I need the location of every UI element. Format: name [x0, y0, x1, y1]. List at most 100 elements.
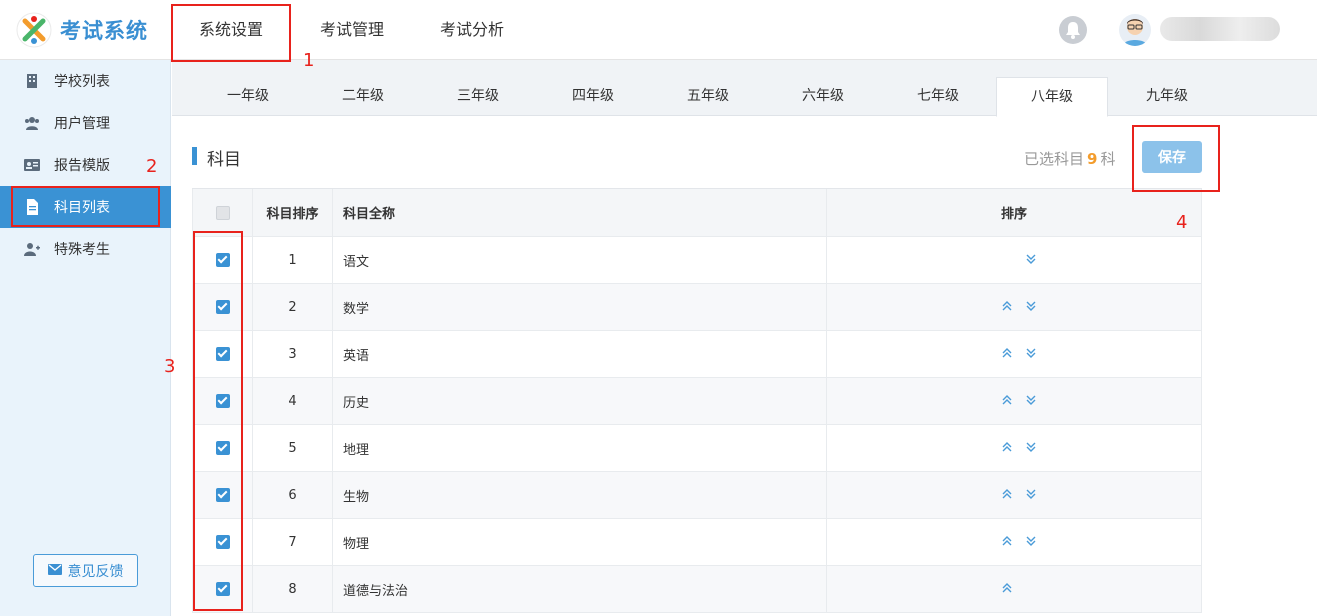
- row-subject-name: 物理: [333, 519, 827, 565]
- tab-grade-8[interactable]: 八年级: [996, 77, 1108, 117]
- selected-count-info: 已选科目 9 科: [1024, 148, 1115, 169]
- grade-tabs: 一年级 二年级 三年级 四年级 五年级 六年级 七年级 八年级 九年级: [172, 60, 1317, 117]
- annotation-number-1: 1: [303, 50, 315, 71]
- row-sort-cell: [827, 425, 1202, 471]
- logo[interactable]: 考试系统: [16, 12, 148, 48]
- move-up-icon[interactable]: [1000, 581, 1014, 597]
- selected-count: 9: [1087, 150, 1098, 168]
- move-down-icon[interactable]: [1024, 534, 1038, 550]
- selected-suffix: 科: [1100, 150, 1116, 168]
- user-plus-icon: [24, 241, 40, 257]
- nav-exam-management[interactable]: 考试管理: [300, 0, 404, 60]
- sidebar-item-school-list[interactable]: 学校列表: [0, 60, 171, 102]
- feedback-label: 意见反馈: [67, 563, 124, 580]
- sort-controls: [984, 440, 1044, 456]
- row-order: 7: [253, 519, 333, 565]
- logo-text: 考试系统: [60, 19, 148, 43]
- table-row: 6 生物: [192, 472, 1202, 519]
- table-row: 2 数学: [192, 284, 1202, 331]
- move-up-icon[interactable]: [1000, 440, 1014, 456]
- row-subject-name: 地理: [333, 425, 827, 471]
- move-down-icon[interactable]: [1024, 299, 1038, 315]
- table-row: 1 语文: [192, 237, 1202, 284]
- annotation-number-3: 3: [164, 356, 176, 377]
- row-sort-cell: [827, 331, 1202, 377]
- sidebar-item-label: 特殊考生: [54, 242, 110, 258]
- table-row: 4 历史: [192, 378, 1202, 425]
- move-up-icon[interactable]: [1000, 534, 1014, 550]
- row-sort-cell: [827, 237, 1202, 283]
- sidebar-item-label: 用户管理: [54, 116, 110, 132]
- sidebar-item-label: 学校列表: [54, 74, 110, 90]
- row-order: 4: [253, 378, 333, 424]
- selected-prefix: 已选科目: [1024, 150, 1085, 168]
- subject-table: 科目排序 科目全称 排序 1 语文 2 数学 3 英语 4 历史 5 地理 6 生物 7 物理 8 道德与法治: [192, 188, 1202, 613]
- tab-grade-6[interactable]: 六年级: [767, 77, 879, 116]
- section-accent-bar: [192, 147, 197, 165]
- tab-grade-4[interactable]: 四年级: [537, 77, 649, 116]
- row-order: 3: [253, 331, 333, 377]
- row-order: 6: [253, 472, 333, 518]
- section-title: 科目: [207, 150, 241, 170]
- row-subject-name: 数学: [333, 284, 827, 330]
- building-icon: [24, 73, 40, 89]
- row-sort-cell: [827, 472, 1202, 518]
- header-sort: 排序: [827, 189, 1202, 236]
- id-card-icon: [24, 157, 40, 173]
- avatar[interactable]: [1119, 14, 1151, 46]
- table-row: 7 物理: [192, 519, 1202, 566]
- annotation-number-4: 4: [1176, 212, 1188, 233]
- table-header-row: 科目排序 科目全称 排序: [192, 189, 1202, 237]
- row-order: 2: [253, 284, 333, 330]
- move-up-icon[interactable]: [1000, 346, 1014, 362]
- logo-icon: [16, 12, 52, 48]
- table-row: 5 地理: [192, 425, 1202, 472]
- table-row: 3 英语: [192, 331, 1202, 378]
- row-subject-name: 英语: [333, 331, 827, 377]
- row-order: 8: [253, 566, 333, 612]
- bell-icon[interactable]: [1059, 16, 1087, 44]
- row-sort-cell: [827, 566, 1202, 612]
- table-row: 8 道德与法治: [192, 566, 1202, 613]
- feedback-button[interactable]: 意见反馈: [33, 554, 138, 587]
- row-sort-cell: [827, 519, 1202, 565]
- annotation-box-4: [1132, 125, 1220, 192]
- table-body: 1 语文 2 数学 3 英语 4 历史 5 地理 6 生物 7 物理 8 道德与法治: [192, 237, 1202, 613]
- username-redacted: [1160, 17, 1280, 41]
- move-up-icon[interactable]: [1000, 393, 1014, 409]
- envelope-icon: [47, 563, 62, 579]
- tab-grade-2[interactable]: 二年级: [307, 77, 419, 116]
- sort-controls: [984, 346, 1044, 362]
- tab-grade-5[interactable]: 五年级: [652, 77, 764, 116]
- row-order: 5: [253, 425, 333, 471]
- move-down-icon[interactable]: [1024, 393, 1038, 409]
- move-down-icon[interactable]: [1024, 346, 1038, 362]
- select-all-checkbox[interactable]: [215, 205, 230, 220]
- sort-controls: [984, 252, 1044, 268]
- row-subject-name: 生物: [333, 472, 827, 518]
- sort-controls: [984, 487, 1044, 503]
- move-down-icon[interactable]: [1024, 487, 1038, 503]
- row-sort-cell: [827, 378, 1202, 424]
- sidebar: 学校列表 用户管理 报告模版 科目列表 特殊考生 意见反馈: [0, 60, 171, 616]
- sort-controls: [984, 581, 1044, 597]
- move-down-icon[interactable]: [1024, 252, 1038, 268]
- sidebar-item-user-management[interactable]: 用户管理: [0, 102, 171, 144]
- nav-exam-analysis[interactable]: 考试分析: [420, 0, 524, 60]
- users-icon: [24, 115, 40, 131]
- row-subject-name: 道德与法治: [333, 566, 827, 612]
- annotation-box-1: [171, 4, 291, 62]
- sidebar-item-special-students[interactable]: 特殊考生: [0, 228, 171, 270]
- move-down-icon[interactable]: [1024, 440, 1038, 456]
- sort-controls: [984, 534, 1044, 550]
- tab-grade-3[interactable]: 三年级: [422, 77, 534, 116]
- move-up-icon[interactable]: [1000, 487, 1014, 503]
- header-check-cell: [192, 189, 253, 236]
- tab-grade-1[interactable]: 一年级: [192, 77, 304, 116]
- sort-controls: [984, 393, 1044, 409]
- tab-grade-7[interactable]: 七年级: [882, 77, 994, 116]
- sort-controls: [984, 299, 1044, 315]
- tab-grade-9[interactable]: 九年级: [1111, 77, 1223, 116]
- row-subject-name: 语文: [333, 237, 827, 283]
- move-up-icon[interactable]: [1000, 299, 1014, 315]
